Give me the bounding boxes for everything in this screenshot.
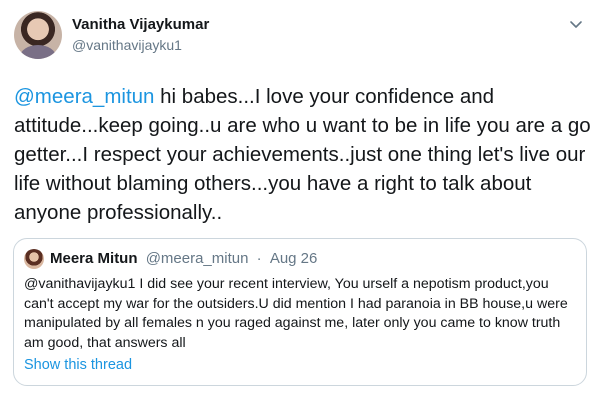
quoted-tweet-text: @vanithavijayku1 I did see your recent i…: [24, 276, 568, 351]
tweet-card: Vanitha Vijaykumar @vanithavijayku1 @mee…: [0, 0, 600, 400]
quoted-date: Aug 26: [269, 250, 318, 267]
show-thread-link[interactable]: Show this thread: [24, 357, 132, 373]
author-avatar[interactable]: [14, 11, 62, 59]
quoted-author-handle: @meera_mitun: [145, 250, 249, 267]
quoted-separator: ·: [256, 250, 262, 267]
quoted-tweet-header: Meera Mitun @meera_mitun · Aug 26: [50, 250, 317, 267]
quoted-tweet-card[interactable]: Meera Mitun @meera_mitun · Aug 26 @vanit…: [13, 238, 587, 386]
quoted-author-avatar: [24, 249, 44, 269]
chevron-down-icon[interactable]: [566, 14, 586, 34]
tweet-mention-link[interactable]: @meera_mitun: [14, 85, 154, 108]
author-name[interactable]: Vanitha Vijaykumar: [72, 16, 209, 33]
tweet-text: @meera_mitun hi babes...I love your conf…: [14, 82, 592, 227]
quoted-author-name: Meera Mitun: [50, 250, 138, 267]
author-handle[interactable]: @vanithavijayku1: [72, 37, 182, 53]
